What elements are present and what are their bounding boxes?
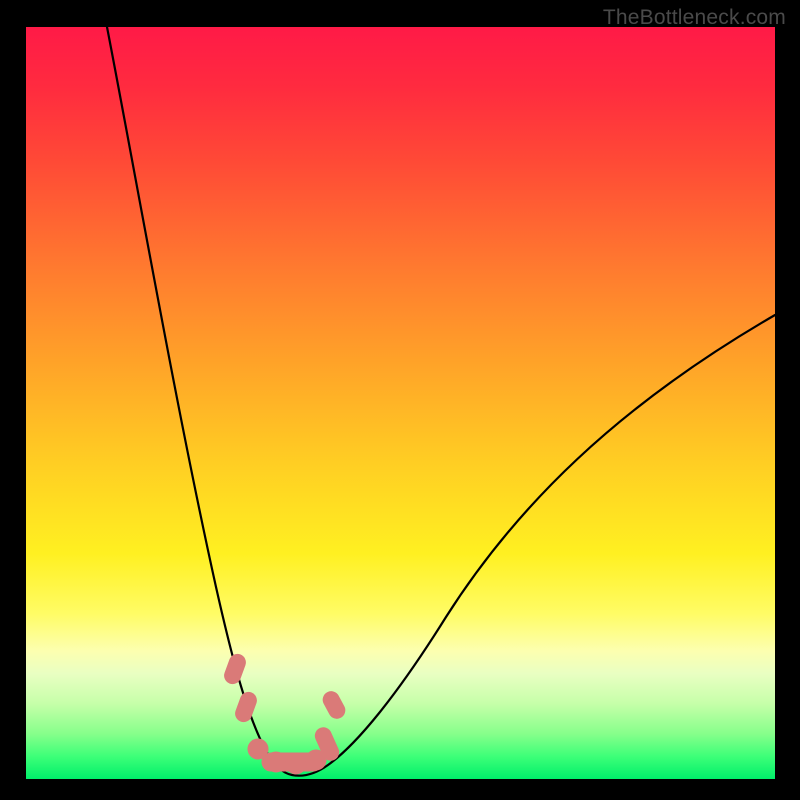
marker-right-upper-dash — [320, 689, 347, 721]
marker-left-upper-dash — [222, 652, 247, 686]
marker-group — [222, 652, 347, 774]
marker-bottom-dot-2 — [266, 752, 286, 772]
outer-frame: TheBottleneck.com — [0, 0, 800, 800]
plot-area — [26, 27, 775, 779]
chart-overlay — [26, 27, 775, 779]
bottleneck-curve — [107, 27, 775, 776]
marker-bottom-dot-3 — [286, 754, 306, 774]
watermark-text: TheBottleneck.com — [603, 6, 786, 30]
marker-left-lower-dash — [233, 690, 258, 724]
